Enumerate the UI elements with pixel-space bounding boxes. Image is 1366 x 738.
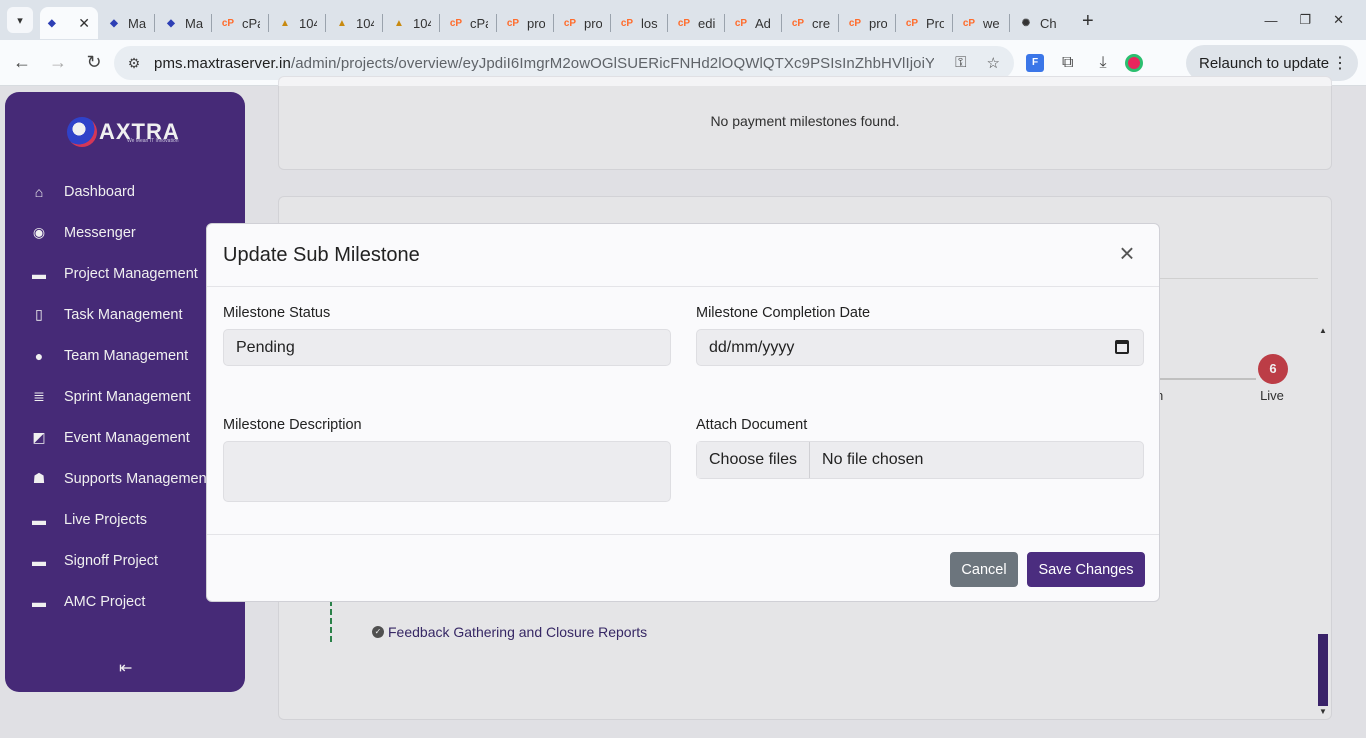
browser-tab[interactable]: cP we [953,7,1009,39]
cpanel-favicon-icon: cP [563,17,577,29]
yellow-favicon-icon: ▲ [280,17,290,29]
browser-tab[interactable]: ▲104 [383,7,439,39]
browser-tab[interactable]: cP Pro [896,7,952,39]
browser-tab[interactable]: cP pro [554,7,610,39]
cancel-button[interactable]: Cancel [950,552,1018,587]
file-input[interactable]: Choose files No file chosen [696,441,1144,479]
chatgpt-favicon-icon: ✺ [1021,17,1031,29]
extension-icon[interactable]: F [1026,54,1044,72]
browser-tab[interactable]: cP pro [839,7,895,39]
cpanel-favicon-icon: cP [620,17,634,29]
description-label: Milestone Description [223,417,362,433]
attach-document-label: Attach Document [696,417,808,433]
modal-title: Update Sub Milestone [223,243,420,266]
window-controls: — ❐ ✕ [1264,0,1366,40]
browser-tab[interactable]: ◆ Ma [155,7,211,39]
browser-tabstrip: ▾ ◆ ✕ ◆Ma ◆Ma cPcPa ▲104 ▲104 ▲104 cPcPa… [0,0,1366,40]
update-sub-milestone-modal: Update Sub Milestone × Milestone Status … [206,223,1160,602]
cpanel-favicon-icon: cP [962,17,976,29]
url-text[interactable]: pms.maxtraserver.in/admin/projects/overv… [154,55,934,72]
bookmark-star-icon[interactable]: ☆ [987,54,1000,72]
completion-date-label: Milestone Completion Date [696,305,871,321]
maxtra-favicon-icon: ◆ [110,17,118,29]
cpanel-favicon-icon: cP [848,17,862,29]
forward-arrow-icon[interactable]: → [40,52,76,73]
puzzle-extensions-icon[interactable]: ⧉ [1062,54,1073,72]
site-info-icon[interactable]: ⚙ [114,55,154,72]
back-arrow-icon[interactable]: ← [4,52,40,73]
maxtra-favicon-icon: ◆ [48,17,56,29]
maxtra-favicon-icon: ◆ [167,17,175,29]
browser-tab[interactable]: cP pro [497,7,553,39]
address-bar[interactable]: ⚙ pms.maxtraserver.in/admin/projects/ove… [114,46,1014,80]
download-icon[interactable]: ⤓ [1099,54,1106,72]
close-icon[interactable]: × [1115,240,1139,266]
save-changes-button[interactable]: Save Changes [1027,552,1145,587]
browser-tab[interactable]: cP los [611,7,667,39]
status-label: Milestone Status [223,305,331,321]
description-textarea[interactable] [223,441,671,502]
more-menu-icon[interactable]: ⋮ [1332,53,1348,73]
new-tab-plus-icon[interactable]: + [1082,10,1094,33]
browser-tab[interactable]: cPcPa [440,7,496,39]
close-tab-icon[interactable]: ✕ [78,15,90,32]
browser-tab[interactable]: ✺ Ch [1010,7,1066,39]
profile-avatar-icon[interactable] [1124,54,1143,72]
cpanel-favicon-icon: cP [791,17,805,29]
browser-tab[interactable]: ◆ ✕ [40,7,98,39]
browser-tab[interactable]: cP Ad [725,7,781,39]
cpanel-favicon-icon: cP [905,17,919,29]
status-field[interactable]: Pending [223,329,671,366]
tab-search-button[interactable]: ▾ [0,0,40,40]
minimize-icon[interactable]: — [1264,13,1277,28]
reload-icon[interactable]: ↻ [76,52,112,73]
cpanel-favicon-icon: cP [221,17,235,29]
restore-icon[interactable]: ❐ [1299,12,1311,28]
yellow-favicon-icon: ▲ [394,17,404,29]
close-window-icon[interactable]: ✕ [1333,12,1344,28]
browser-tab[interactable]: cP edi [668,7,724,39]
chevron-down-icon: ▾ [7,7,33,33]
yellow-favicon-icon: ▲ [337,17,347,29]
browser-tab[interactable]: ▲104 [269,7,325,39]
no-file-text: No file chosen [822,451,924,468]
choose-files-button[interactable]: Choose files [697,442,811,478]
modal-footer: Cancel Save Changes [207,534,1159,602]
browser-tab[interactable]: cP cre [782,7,838,39]
browser-tab[interactable]: ▲104 [326,7,382,39]
cpanel-favicon-icon: cP [734,17,748,29]
calendar-icon[interactable] [1115,340,1129,354]
cpanel-favicon-icon: cP [449,17,463,29]
modal-header: Update Sub Milestone × [207,224,1159,287]
cpanel-favicon-icon: cP [506,17,520,29]
browser-tab[interactable]: ◆ Ma [98,7,154,39]
completion-date-input[interactable]: dd/mm/yyyy [696,329,1144,366]
key-icon[interactable]: ⚿ [955,54,966,72]
browser-tab[interactable]: cPcPa [212,7,268,39]
cpanel-favicon-icon: cP [677,17,691,29]
